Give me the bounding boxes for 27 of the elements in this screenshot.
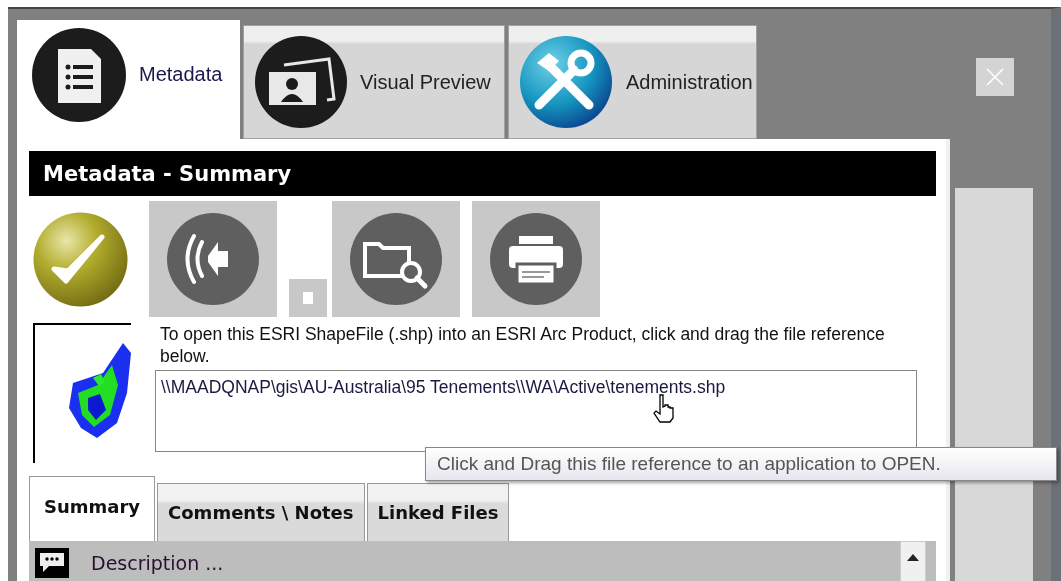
sub-tab[interactable]: Linked Files (366, 483, 510, 541)
main-tab[interactable]: Visual Preview (243, 25, 505, 139)
speaker-icon (166, 212, 260, 306)
section-label: Description ... (91, 552, 225, 574)
sub-tab[interactable]: Summary (29, 476, 156, 541)
folder-search-icon (349, 212, 443, 306)
close-icon (985, 68, 1004, 86)
document-icon (31, 26, 127, 123)
instruction-text: To open this ESRI ShapeFile (.shp) into an ESRI Arc Product, click and drag the file reference below. (159, 323, 886, 367)
check-icon (32, 210, 129, 308)
scroll-up-button[interactable] (900, 541, 926, 581)
square-icon (303, 292, 313, 304)
tooltip: Click and Drag this file reference to an application to OPEN. (425, 447, 1057, 481)
close-button[interactable] (975, 58, 1014, 96)
toolbar-button[interactable] (149, 201, 277, 317)
printer-icon (489, 212, 583, 306)
photo-frames-icon (254, 35, 348, 129)
sub-tab[interactable]: Comments \ Notes (157, 483, 365, 541)
toolbar-button[interactable] (472, 201, 600, 317)
speech-bubble-icon (35, 548, 69, 578)
toolbar-button[interactable] (332, 201, 460, 317)
section-header[interactable]: Description ... (29, 541, 936, 581)
caret-up-icon (907, 554, 919, 561)
main-tab[interactable]: Administration (508, 25, 757, 139)
panel-title: Metadata - Summary (29, 151, 936, 196)
main-tab[interactable]: Metadata (17, 20, 240, 139)
tools-icon (519, 34, 614, 130)
